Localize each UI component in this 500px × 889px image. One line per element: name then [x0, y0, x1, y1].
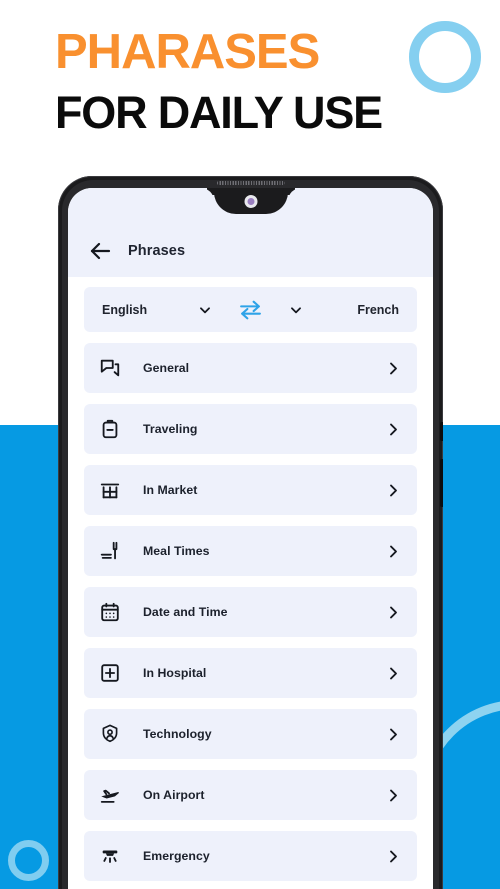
list-item-label: General	[143, 361, 190, 375]
chevron-right-icon[interactable]	[386, 666, 401, 681]
list-item-date-and-time[interactable]: Date and Time	[84, 587, 417, 637]
chevron-down-icon-source[interactable]	[198, 303, 212, 317]
list-item-meal-times[interactable]: Meal Times	[84, 526, 417, 576]
chevron-right-icon[interactable]	[386, 483, 401, 498]
list-item-label: Date and Time	[143, 605, 228, 619]
settings-user-icon	[99, 723, 121, 745]
list-item-label: Traveling	[143, 422, 198, 436]
swap-horizontal-icon[interactable]	[238, 297, 263, 322]
siren-alarm-icon	[99, 845, 121, 867]
chevron-down-icon-target[interactable]	[289, 303, 303, 317]
list-item-label: In Hospital	[143, 666, 207, 680]
phone-screen: Phrases English French General Traveling…	[68, 188, 433, 889]
list-item-emergency[interactable]: Emergency	[84, 831, 417, 881]
chevron-right-icon[interactable]	[386, 605, 401, 620]
chat-bubbles-icon	[99, 357, 121, 379]
category-list: General Traveling In Market Meal Times D…	[68, 343, 433, 881]
chevron-right-icon[interactable]	[386, 727, 401, 742]
list-item-traveling[interactable]: Traveling	[84, 404, 417, 454]
list-item-in-market[interactable]: In Market	[84, 465, 417, 515]
page-title: Phrases	[128, 243, 186, 259]
list-item-label: Meal Times	[143, 544, 210, 558]
phone-mockup: Phrases English French General Traveling…	[58, 176, 443, 889]
list-item-technology[interactable]: Technology	[84, 709, 417, 759]
front-camera-icon	[244, 195, 257, 208]
list-item-on-airport[interactable]: On Airport	[84, 770, 417, 820]
language-selector-bar: English French	[84, 287, 417, 332]
cutlery-icon	[99, 540, 121, 562]
poster-canvas: PHARASES FOR DAILY USE Phrases English F…	[0, 0, 500, 889]
decorative-ring-bottom-left	[8, 840, 49, 881]
headline-line-1: PHARASES	[55, 25, 320, 79]
list-item-label: Technology	[143, 727, 212, 741]
chevron-right-icon[interactable]	[386, 361, 401, 376]
storefront-icon	[99, 479, 121, 501]
target-language-value[interactable]: French	[329, 303, 399, 317]
source-language-value[interactable]: English	[102, 303, 172, 317]
list-item-label: In Market	[143, 483, 198, 497]
headline-line-2: FOR DAILY USE	[55, 87, 383, 139]
arrow-left-icon[interactable]	[88, 239, 112, 263]
poster-headline: PHARASES FOR DAILY USE	[55, 24, 455, 139]
phone-side-button-top[interactable]	[440, 422, 443, 441]
list-item-label: Emergency	[143, 849, 210, 863]
backpack-icon	[99, 418, 121, 440]
chevron-right-icon[interactable]	[386, 849, 401, 864]
phone-side-button-bottom[interactable]	[440, 459, 443, 507]
list-item-in-hospital[interactable]: In Hospital	[84, 648, 417, 698]
airplane-icon	[99, 784, 121, 806]
medical-cross-icon	[99, 662, 121, 684]
chevron-right-icon[interactable]	[386, 544, 401, 559]
list-item-general[interactable]: General	[84, 343, 417, 393]
chevron-right-icon[interactable]	[386, 422, 401, 437]
calendar-icon	[99, 601, 121, 623]
list-item-label: On Airport	[143, 788, 205, 802]
chevron-right-icon[interactable]	[386, 788, 401, 803]
earpiece-speaker	[216, 181, 285, 185]
